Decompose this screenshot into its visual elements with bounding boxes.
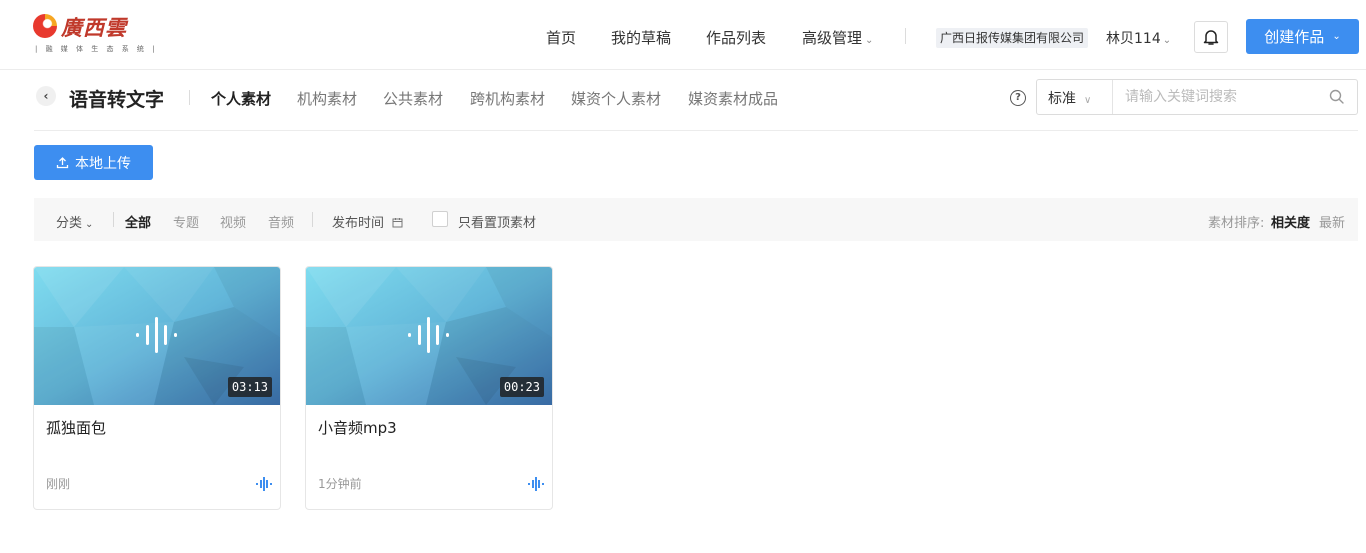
filter-separator bbox=[312, 212, 313, 227]
help-icon[interactable]: ? bbox=[1010, 90, 1026, 106]
logo[interactable]: 廣西雲 | 融 媒 体 生 态 系 统 | bbox=[33, 12, 155, 56]
card-thumbnail[interactable]: 03:13 bbox=[34, 267, 280, 405]
logo-mark-icon bbox=[33, 14, 57, 38]
tab-cross-org-materials[interactable]: 跨机构素材 bbox=[470, 88, 545, 109]
title-divider bbox=[189, 90, 190, 105]
tab-media-personal-materials[interactable]: 媒资个人素材 bbox=[571, 88, 661, 109]
filter-audio[interactable]: 音频 bbox=[268, 212, 294, 231]
category-dropdown[interactable]: 分类 ⌄ bbox=[56, 212, 93, 231]
search-box: 标准 ∨ bbox=[1036, 79, 1358, 115]
filter-all[interactable]: 全部 bbox=[125, 212, 151, 231]
pinned-only-checkbox[interactable] bbox=[432, 211, 448, 227]
card-title[interactable]: 小音频mp3 bbox=[318, 417, 397, 438]
calendar-icon bbox=[392, 218, 403, 228]
card-timestamp: 1分钟前 bbox=[318, 477, 362, 491]
duration-badge: 00:23 bbox=[499, 377, 544, 397]
sub-header: ‹ 语音转文字 个人素材 机构素材 公共素材 跨机构素材 媒资个人素材 媒资素材… bbox=[0, 70, 1366, 130]
create-work-label: 创建作品 bbox=[1264, 28, 1325, 46]
tab-media-finished-materials[interactable]: 媒资素材成品 bbox=[688, 88, 778, 109]
tab-public-materials[interactable]: 公共素材 bbox=[383, 88, 443, 109]
local-upload-button[interactable]: 本地上传 bbox=[34, 145, 153, 180]
sort-newest[interactable]: 最新 bbox=[1319, 212, 1345, 231]
sort-relevance[interactable]: 相关度 bbox=[1271, 212, 1310, 231]
subheader-divider bbox=[34, 130, 1358, 131]
filter-video[interactable]: 视频 bbox=[220, 212, 246, 231]
logo-text: 廣西雲 bbox=[61, 15, 127, 40]
search-type-label: 标准 bbox=[1048, 91, 1076, 107]
filter-separator bbox=[113, 212, 114, 227]
filter-topic[interactable]: 专题 bbox=[173, 212, 199, 231]
tab-org-materials[interactable]: 机构素材 bbox=[297, 88, 357, 109]
nav-advanced-management[interactable]: 高级管理 ⌄ bbox=[802, 27, 873, 48]
pinned-only-label[interactable]: 只看置顶素材 bbox=[458, 212, 536, 231]
audio-type-icon bbox=[256, 477, 272, 491]
publish-time-filter[interactable]: 发布时间 bbox=[332, 212, 403, 231]
nav-home[interactable]: 首页 bbox=[546, 27, 576, 48]
chevron-down-icon: ⌄ bbox=[865, 35, 874, 46]
card-thumbnail[interactable]: 00:23 bbox=[306, 267, 552, 405]
user-menu[interactable]: 林贝114 ⌄ bbox=[1106, 28, 1171, 48]
filter-bar: 分类 ⌄ 全部 专题 视频 音频 发布时间 只看置顶素材 素材排序: 相关度 最新 bbox=[34, 198, 1358, 241]
card-title[interactable]: 孤独面包 bbox=[46, 417, 106, 438]
chevron-down-icon: ∨ bbox=[1084, 95, 1092, 106]
search-input[interactable] bbox=[1125, 86, 1315, 108]
org-badge: 广西日报传媒集团有限公司 bbox=[936, 28, 1089, 48]
material-card[interactable]: 00:23 小音频mp3 1分钟前 bbox=[305, 266, 553, 510]
chevron-down-icon: ⌄ bbox=[85, 219, 94, 230]
search-type-select[interactable]: 标准 ∨ bbox=[1048, 88, 1091, 108]
search-icon[interactable] bbox=[1329, 89, 1345, 105]
nav-advanced-label: 高级管理 bbox=[802, 29, 863, 47]
category-label: 分类 bbox=[56, 216, 83, 231]
material-card[interactable]: 03:13 孤独面包 刚刚 bbox=[33, 266, 281, 510]
username-label: 林贝114 bbox=[1106, 31, 1161, 47]
chevron-down-icon: ⌄ bbox=[1162, 35, 1172, 46]
logo-subtitle: | 融 媒 体 生 态 系 统 | bbox=[35, 45, 158, 53]
publish-time-label: 发布时间 bbox=[332, 216, 385, 231]
audio-wave-icon bbox=[136, 317, 177, 353]
tab-personal-materials[interactable]: 个人素材 bbox=[211, 88, 271, 109]
chevron-down-icon: ⌄ bbox=[1332, 31, 1341, 42]
nav-drafts[interactable]: 我的草稿 bbox=[611, 27, 671, 48]
nav-works-list[interactable]: 作品列表 bbox=[706, 27, 766, 48]
bell-icon bbox=[1203, 30, 1219, 45]
audio-wave-icon bbox=[408, 317, 449, 353]
sort-label: 素材排序: bbox=[1208, 216, 1265, 231]
page-title: 语音转文字 bbox=[69, 89, 165, 111]
upload-icon bbox=[56, 157, 69, 169]
card-timestamp: 刚刚 bbox=[46, 477, 71, 491]
nav-divider bbox=[905, 28, 906, 44]
top-header: 廣西雲 | 融 媒 体 生 态 系 统 | 首页 我的草稿 作品列表 高级管理 ⌄… bbox=[0, 0, 1366, 70]
search-separator bbox=[1112, 80, 1113, 114]
local-upload-label: 本地上传 bbox=[75, 155, 131, 172]
duration-badge: 03:13 bbox=[227, 377, 272, 397]
create-work-button[interactable]: 创建作品 ⌄ bbox=[1246, 19, 1359, 54]
back-icon[interactable]: ‹ bbox=[36, 86, 56, 106]
audio-type-icon bbox=[528, 477, 544, 491]
notification-button[interactable] bbox=[1194, 21, 1228, 53]
